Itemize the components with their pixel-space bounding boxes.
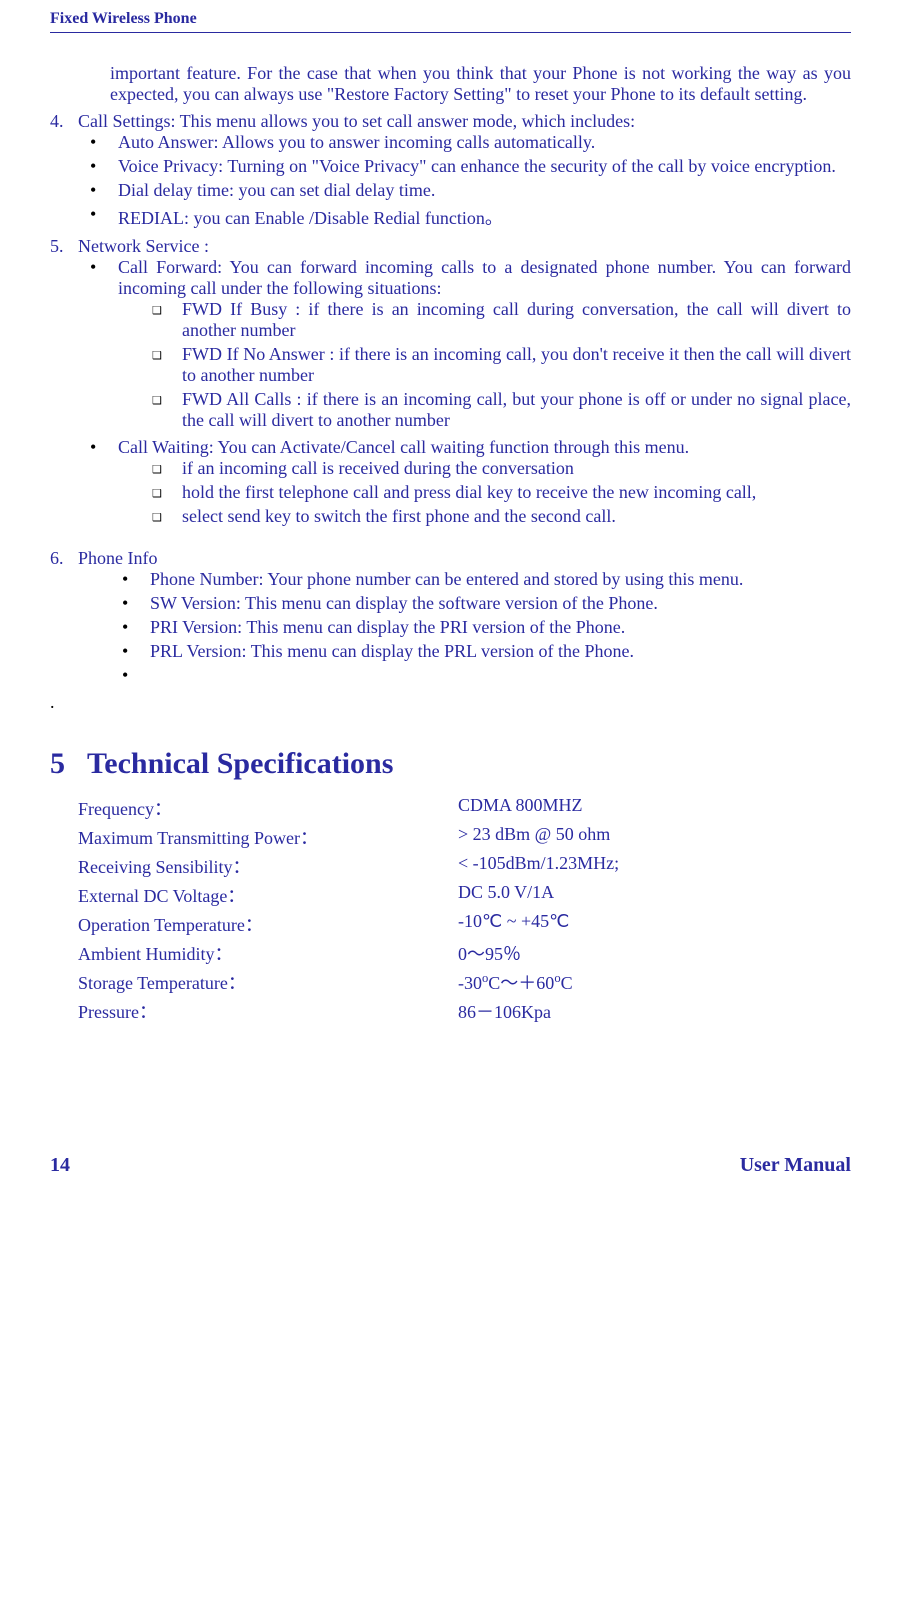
header-title: Fixed Wireless Phone [50, 10, 851, 28]
item5-bullet1-subs: ❑FWD If Busy : if there is an incoming c… [152, 299, 851, 431]
footer-label: User Manual [740, 1154, 851, 1177]
square-text: if an incoming call is received during t… [182, 458, 851, 479]
bullet-marker: • [90, 257, 118, 278]
bullet-marker: • [122, 641, 150, 662]
spec-table: Frequency：CDMA 800MHZ Maximum Transmitti… [78, 795, 851, 1024]
spec-value: < -105dBm/1.23MHz; [458, 853, 851, 879]
square-text: select send key to switch the first phon… [182, 506, 851, 527]
bullet-text: Phone Number: Your phone number can be e… [150, 569, 851, 590]
list-text-5: Network Service : [78, 236, 851, 257]
bullet-marker: • [122, 569, 150, 590]
item5-bullet2-subs: ❑if an incoming call is received during … [152, 458, 851, 527]
bullet-marker: • [122, 593, 150, 614]
section-5-title: Technical Specifications [87, 747, 393, 781]
bullet-text: REDIAL: you can Enable /Disable Redial f… [118, 204, 851, 230]
bullet-text: Call Waiting: You can Activate/Cancel ca… [118, 437, 689, 457]
spec-value: > 23 dBm @ 50 ohm [458, 824, 851, 850]
spec-value: DC 5.0 V/1A [458, 882, 851, 908]
square-marker: ❑ [152, 458, 182, 476]
bullet-marker: • [122, 665, 150, 686]
list-number-6: 6. [50, 548, 78, 569]
list-number-5: 5. [50, 236, 78, 257]
bullet-text: Auto Answer: Allows you to answer incomi… [118, 132, 851, 153]
bullet-marker: • [90, 180, 118, 201]
bullet-marker: • [122, 617, 150, 638]
bullet-text: PRI Version: This menu can display the P… [150, 617, 851, 638]
square-marker: ❑ [152, 506, 182, 524]
trailing-dot: . [50, 692, 851, 713]
square-text: FWD If No Answer : if there is an incomi… [182, 344, 851, 386]
item5-bullets: • Call Forward: You can forward incoming… [90, 257, 851, 530]
numbered-list: 4. Call Settings: This menu allows you t… [50, 111, 851, 686]
bullet-text: SW Version: This menu can display the so… [150, 593, 851, 614]
square-marker: ❑ [152, 482, 182, 500]
continuation-paragraph: important feature. For the case that whe… [110, 63, 851, 105]
square-text: FWD All Calls : if there is an incoming … [182, 389, 851, 431]
spec-value: 86－106Kpa [458, 998, 851, 1024]
spec-label: Frequency： [78, 795, 458, 821]
list-number-4: 4. [50, 111, 78, 132]
bullet-marker: • [90, 132, 118, 153]
spec-value: 0～95％ [458, 940, 851, 966]
section-5-heading: 5 Technical Specifications [50, 747, 851, 781]
spec-label: Receiving Sensibility： [78, 853, 458, 879]
square-marker: ❑ [152, 344, 182, 362]
section-5-number: 5 [50, 747, 65, 781]
spec-value: -10℃ ~ +45℃ [458, 911, 851, 937]
item6-bullets: •Phone Number: Your phone number can be … [122, 569, 851, 686]
spec-label: External DC Voltage： [78, 882, 458, 908]
square-marker: ❑ [152, 299, 182, 317]
header-divider [50, 32, 851, 33]
page-number: 14 [50, 1154, 70, 1177]
page-footer: 14 User Manual [50, 1154, 851, 1177]
list-text-6: Phone Info [78, 548, 851, 569]
spec-label: Maximum Transmitting Power： [78, 824, 458, 850]
bullet-text: Call Forward: You can forward incoming c… [118, 257, 851, 298]
list-text-4: Call Settings: This menu allows you to s… [78, 111, 851, 132]
spec-value: CDMA 800MHZ [458, 795, 851, 821]
spec-label: Pressure： [78, 998, 458, 1024]
item4-bullets: •Auto Answer: Allows you to answer incom… [90, 132, 851, 230]
spec-label: Storage Temperature： [78, 969, 458, 995]
bullet-marker: • [90, 156, 118, 177]
spec-value-storage-temp: -30oC～＋60oC [458, 969, 851, 995]
bullet-marker: • [90, 204, 118, 225]
square-text: FWD If Busy : if there is an incoming ca… [182, 299, 851, 341]
square-text: hold the first telephone call and press … [182, 482, 851, 503]
bullet-text: Dial delay time: you can set dial delay … [118, 180, 851, 201]
bullet-text: PRL Version: This menu can display the P… [150, 641, 851, 662]
spec-label: Ambient Humidity： [78, 940, 458, 966]
spec-label: Operation Temperature： [78, 911, 458, 937]
bullet-marker: • [90, 437, 118, 458]
bullet-text: Voice Privacy: Turning on "Voice Privacy… [118, 156, 851, 177]
square-marker: ❑ [152, 389, 182, 407]
